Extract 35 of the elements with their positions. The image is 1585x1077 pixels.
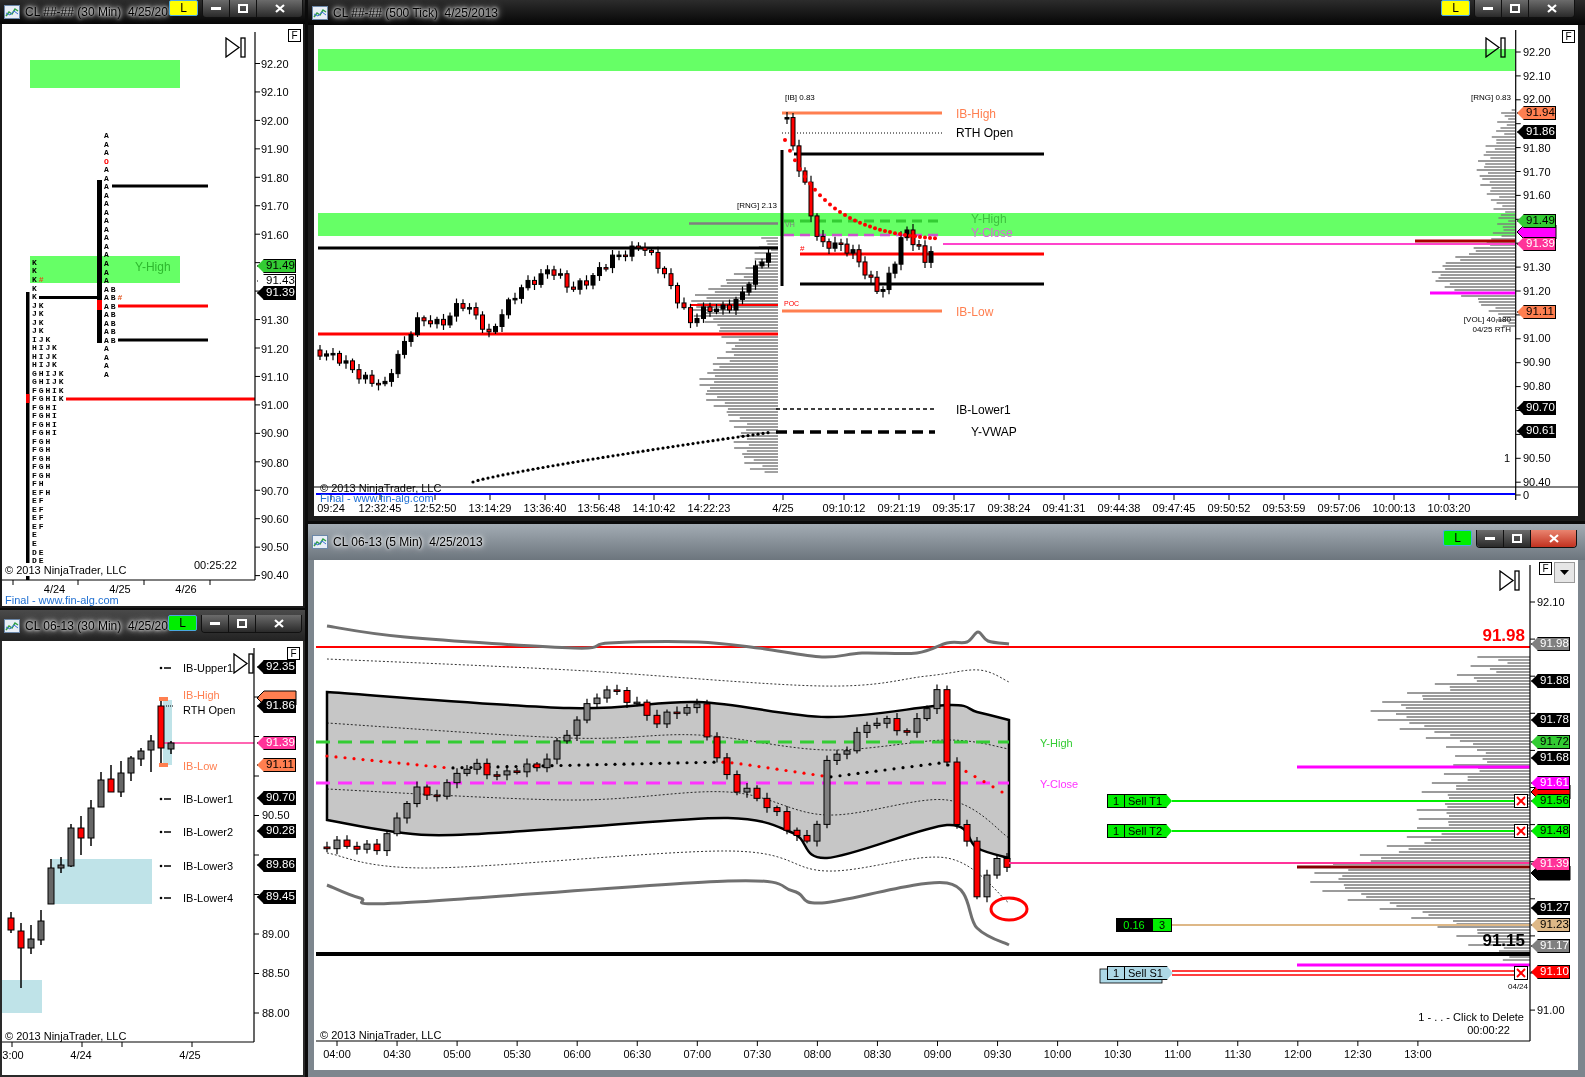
minimize-button[interactable] <box>1477 530 1504 547</box>
window-title: CL 06-13 (5 Min) 4/25/2013 <box>333 536 483 548</box>
minimize-button[interactable] <box>202 615 229 632</box>
maximize-button[interactable] <box>229 615 256 632</box>
window-title: CL 06-13 (30 Min) 4/25/20 <box>25 619 168 632</box>
link-button[interactable]: L <box>168 615 197 631</box>
link-button[interactable]: L <box>169 0 198 16</box>
close-button[interactable] <box>1529 0 1574 17</box>
link-button[interactable]: L <box>1443 530 1472 546</box>
minimize-button[interactable] <box>1475 0 1502 17</box>
maximize-icon <box>238 4 248 13</box>
maximize-icon <box>1512 534 1522 543</box>
minimize-icon <box>211 7 221 10</box>
minimize-icon <box>1483 7 1493 10</box>
close-button[interactable] <box>256 615 301 632</box>
minimize-icon <box>1485 537 1495 540</box>
minimize-button[interactable] <box>203 0 230 17</box>
minimize-icon <box>210 622 220 625</box>
chart-icon <box>4 5 20 19</box>
window-title: CL ##-## (30 Min) 4/25/20 <box>25 6 168 18</box>
close-icon <box>1548 534 1559 543</box>
maximize-button[interactable] <box>1502 0 1529 17</box>
maximize-icon <box>1510 4 1520 13</box>
maximize-icon <box>237 619 247 628</box>
chart-icon <box>4 618 20 633</box>
close-icon <box>273 619 284 628</box>
chart-icon <box>312 5 328 20</box>
window-title: CL ##-## (500 Tick) 4/25/2013 <box>333 6 498 19</box>
chart-icon <box>312 535 328 549</box>
close-icon <box>274 4 285 13</box>
link-button[interactable]: L <box>1441 0 1470 16</box>
maximize-button[interactable] <box>230 0 257 17</box>
maximize-button[interactable] <box>1504 530 1531 547</box>
close-icon <box>1546 4 1557 13</box>
close-button[interactable] <box>257 0 302 17</box>
